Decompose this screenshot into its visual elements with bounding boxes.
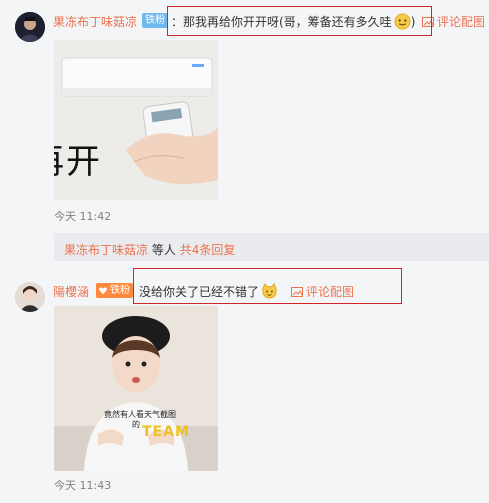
fan-badge: 铁粉: [96, 283, 133, 298]
fan-badge: 铁粉: [142, 13, 168, 28]
cat-emoji-icon: [262, 283, 277, 299]
image-icon: [291, 286, 303, 297]
replies-bar-middle: 等人: [151, 243, 176, 257]
image-caption: 再开: [54, 142, 102, 182]
comment-image[interactable]: 再开: [54, 40, 218, 200]
replies-bar-user[interactable]: 果冻布丁味菇凉: [64, 243, 148, 257]
image-shirt-text: TEAM: [142, 424, 190, 440]
avatar[interactable]: [15, 12, 45, 42]
comment-image[interactable]: 竟然有人看天气截图 的 TEAM: [54, 306, 218, 471]
fan-heart-icon: [99, 287, 107, 295]
comment-2: 陽櫻涵 铁粉 没给你关了已经不错了 评论配图 竟然有人看天气截图 的 TEAM …: [0, 262, 489, 503]
comment-text-main: ：那我再给你开开呀(哥，筹备还有多久哇: [171, 15, 392, 29]
comment-time: 今天 11:43: [54, 479, 112, 492]
comment-text: 没给你关了已经不错了: [139, 283, 278, 300]
comment-text-main: 没给你关了已经不错了: [139, 285, 260, 299]
comment-text-tail: ): [410, 15, 416, 29]
image-caption-line1: 竟然有人看天气截图: [104, 410, 176, 419]
comment-username[interactable]: 陽櫻涵: [53, 283, 89, 300]
comment-username[interactable]: 果冻布丁味菇凉: [53, 13, 137, 30]
fan-badge-label: 铁粉: [110, 285, 130, 296]
replies-bar-text: 果冻布丁味菇凉 等人 共4条回复: [64, 241, 235, 258]
avatar[interactable]: [15, 282, 45, 312]
comment-time: 今天 11:42: [54, 210, 112, 223]
comment-1: 果冻布丁味菇凉 铁粉 ：那我再给你开开呀(哥，筹备还有多久哇) 评论配图 再开 …: [0, 0, 489, 232]
comment-image-link[interactable]: 评论配图: [422, 13, 485, 30]
comment-image-label: 评论配图: [306, 285, 355, 299]
replies-count-link[interactable]: 共4条回复: [180, 243, 236, 257]
comment-text: ：那我再给你开开呀(哥，筹备还有多久哇): [171, 13, 415, 30]
comment-image-label: 评论配图: [437, 15, 486, 29]
sweat-smile-emoji-icon: [394, 13, 411, 30]
comment-image-link[interactable]: 评论配图: [291, 283, 354, 300]
image-caption-line2: 的: [132, 420, 140, 429]
image-icon: [422, 16, 434, 27]
